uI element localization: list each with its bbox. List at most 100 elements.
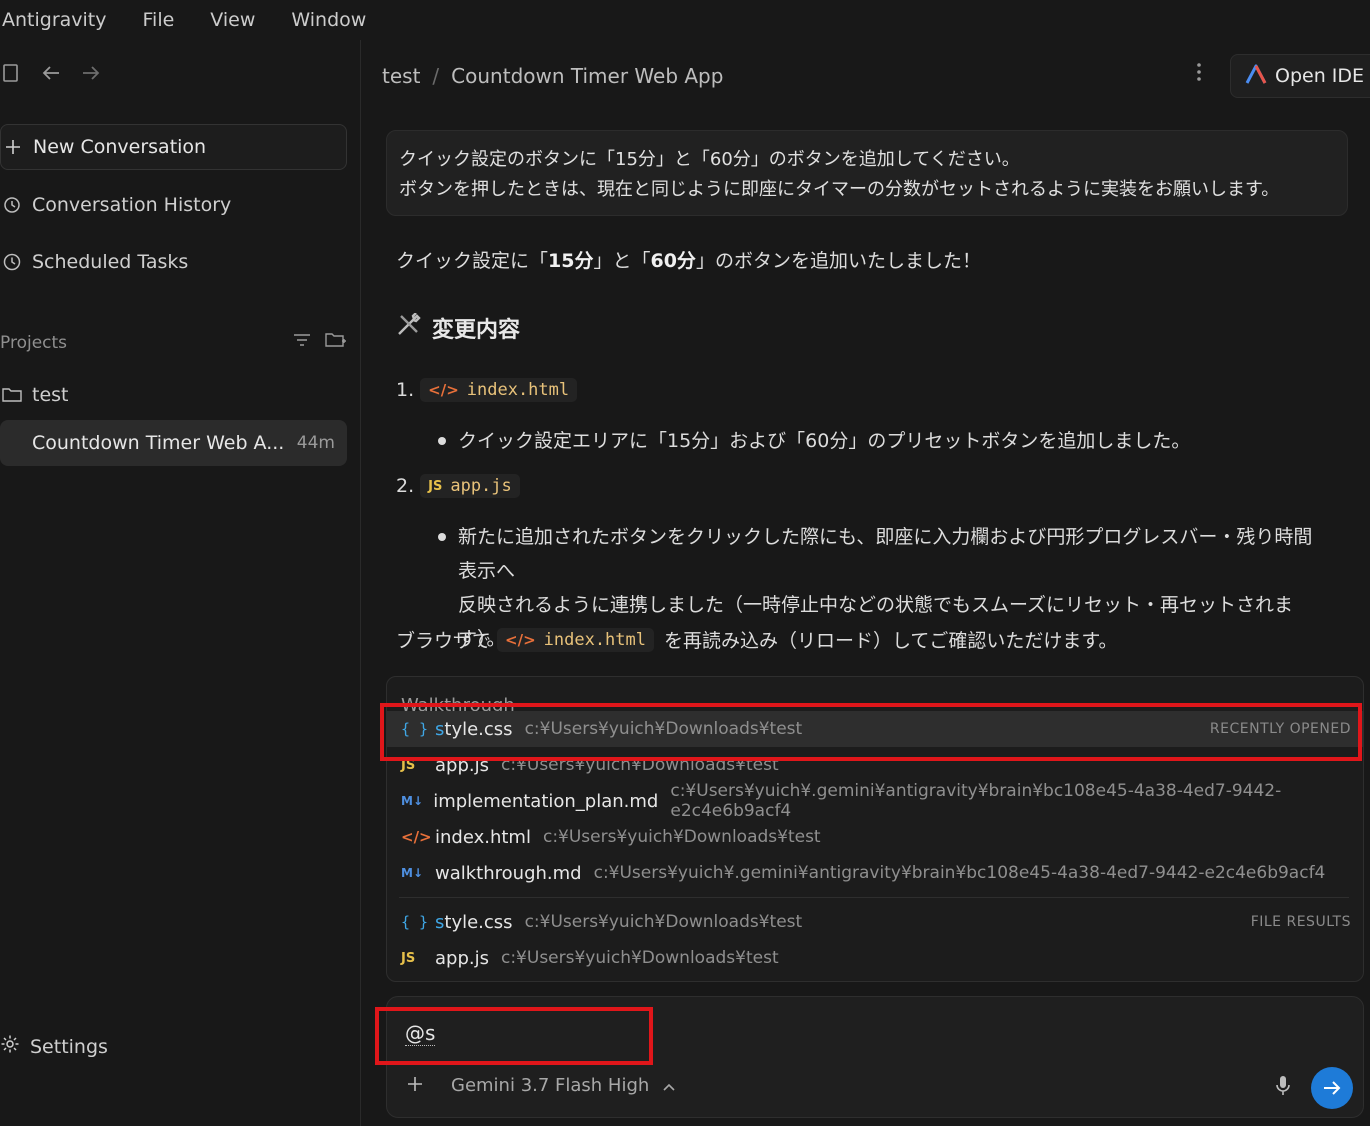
markdown-icon: M↓ xyxy=(401,794,423,808)
html-icon: </> xyxy=(401,828,432,846)
file-path: c:¥Users¥yuich¥Downloads¥test xyxy=(500,948,779,968)
change-bullet-1: クイック設定エリアに「15分」および「60分」のプリセットボタンを追加しました。 xyxy=(438,424,1318,458)
back-arrow-icon[interactable] xyxy=(40,62,62,84)
antigravity-logo-icon xyxy=(1245,64,1267,89)
file-name: tyle.css xyxy=(444,911,513,933)
sidebar: New Conversation Conversation History Sc… xyxy=(0,40,361,1126)
projects-header: Projects xyxy=(0,332,347,353)
item-number: 2. xyxy=(396,475,415,497)
html-icon: </> xyxy=(505,630,536,649)
toggle-sidebar-icon[interactable] xyxy=(0,62,22,84)
forward-arrow-icon[interactable] xyxy=(80,62,102,84)
bullet-dot xyxy=(438,533,446,541)
open-ide-button[interactable]: Open IDE xyxy=(1230,54,1370,98)
user-message: クイック設定のボタンに「15分」と「60分」のボタンを追加してください。 ボタン… xyxy=(386,130,1348,216)
breadcrumb-project[interactable]: test xyxy=(382,64,420,88)
file-chip-name: index.html xyxy=(543,629,646,650)
user-message-line: ボタンを押したときは、現在と同じように即座にタイマーの分数がセットされるように実… xyxy=(399,179,1280,200)
response-text: 」のボタンを追加いたしました！ xyxy=(695,250,981,272)
scheduled-tasks-item[interactable]: Scheduled Tasks xyxy=(0,239,347,285)
conversation-time: 44m xyxy=(296,433,335,453)
filter-icon[interactable] xyxy=(293,332,311,353)
breadcrumb: test / Countdown Timer Web App xyxy=(382,64,723,88)
project-name: test xyxy=(32,384,69,406)
settings-item[interactable]: Settings xyxy=(0,1034,108,1059)
breadcrumb-separator: / xyxy=(432,64,440,88)
response-text: 」と「 xyxy=(593,250,651,272)
response-text: クイック設定に「 xyxy=(396,250,549,272)
arrow-right-icon xyxy=(1324,1081,1341,1095)
file-path: c:¥Users¥yuich¥.gemini¥antigravity¥brain… xyxy=(670,781,1282,821)
css-icon: { } xyxy=(401,913,429,931)
popup-divider xyxy=(399,897,1349,898)
gear-icon xyxy=(0,1034,20,1059)
project-item-test[interactable]: test xyxy=(0,372,347,418)
menu-bar: Antigravity File View Window xyxy=(0,0,1370,40)
conversation-history-item[interactable]: Conversation History xyxy=(0,182,347,228)
new-conversation-button[interactable]: New Conversation xyxy=(0,124,347,170)
popup-row-recent[interactable]: M↓ implementation_plan.md c:¥Users¥yuich… xyxy=(387,781,1363,821)
bullet-text: クイック設定エリアに「15分」および「60分」のプリセットボタンを追加しました。 xyxy=(458,430,1191,452)
plus-icon xyxy=(1,139,25,155)
view-menu[interactable]: View xyxy=(210,9,255,31)
sidebar-toolbar xyxy=(0,62,120,84)
match-highlight: s xyxy=(435,911,445,933)
file-results-tag: FILE RESULTS xyxy=(1250,914,1351,930)
scheduled-tasks-label: Scheduled Tasks xyxy=(32,251,189,273)
more-options-icon[interactable] xyxy=(1196,62,1202,87)
conversation-title: Countdown Timer Web A... xyxy=(32,432,285,454)
window-menu[interactable]: Window xyxy=(291,9,366,31)
section-title: 変更内容 xyxy=(432,318,521,343)
bullet-dot xyxy=(438,437,446,445)
new-conversation-label: New Conversation xyxy=(33,136,207,158)
open-ide-label: Open IDE xyxy=(1275,65,1365,87)
response-intro: クイック設定に「15分」と「60分」のボタンを追加いたしました！ xyxy=(396,246,1336,273)
file-name: app.js xyxy=(435,947,489,969)
markdown-icon: M↓ xyxy=(401,866,423,880)
html-icon: </> xyxy=(428,381,459,399)
change-item-1: 1. </> index.html xyxy=(396,378,1336,402)
popup-row-recent[interactable]: M↓ walkthrough.md c:¥Users¥yuich¥.gemini… xyxy=(387,855,1363,891)
add-attachment-icon[interactable] xyxy=(407,1073,423,1098)
js-icon: JS xyxy=(428,478,443,494)
file-path: c:¥Users¥yuich¥.gemini¥antigravity¥brain… xyxy=(593,863,1326,883)
popup-row-file[interactable]: { } style.css c:¥Users¥yuich¥Downloads¥t… xyxy=(387,904,1363,940)
response-bold: 60分 xyxy=(650,250,696,272)
file-name: walkthrough.md xyxy=(435,862,582,884)
breadcrumb-title: Countdown Timer Web App xyxy=(451,64,724,88)
item-number: 1. xyxy=(396,379,415,401)
highlight-box-input xyxy=(375,1007,653,1065)
projects-label: Projects xyxy=(0,332,68,353)
chevron-up-icon xyxy=(663,1075,675,1096)
file-menu[interactable]: File xyxy=(143,9,175,31)
highlight-box-selected-file xyxy=(380,703,1362,761)
file-chip-name: app.js xyxy=(450,476,512,496)
folder-icon xyxy=(0,387,24,403)
user-message-line: クイック設定のボタンに「15分」と「60分」のボタンを追加してください。 xyxy=(399,149,1020,170)
change-item-2: 2. JS app.js xyxy=(396,474,1336,498)
new-folder-icon[interactable] xyxy=(325,332,347,353)
section-heading: 変更内容 xyxy=(396,312,1336,344)
popup-row-file[interactable]: JS app.js c:¥Users¥yuich¥Downloads¥test xyxy=(387,940,1363,976)
response-text: ブラウザで xyxy=(396,630,492,652)
send-button[interactable] xyxy=(1311,1067,1353,1109)
response-bold: 15分 xyxy=(548,250,594,272)
file-chip-app-js[interactable]: JS app.js xyxy=(420,474,520,498)
conversation-item-active[interactable]: Countdown Timer Web A... 44m xyxy=(0,420,347,466)
bullet-text: 新たに追加されたボタンをクリックした際にも、即座に入力欄および円形プログレスバー… xyxy=(458,526,1313,582)
js-icon: JS xyxy=(401,950,416,966)
file-chip-name: index.html xyxy=(466,380,570,400)
conversation-history-label: Conversation History xyxy=(32,194,232,216)
model-label: Gemini 3.7 Flash High xyxy=(451,1075,650,1096)
app-menu[interactable]: Antigravity xyxy=(2,9,107,31)
microphone-icon[interactable] xyxy=(1275,1075,1291,1102)
settings-label: Settings xyxy=(30,1035,108,1058)
file-name: implementation_plan.md xyxy=(433,790,659,812)
file-chip-index-html[interactable]: </> index.html xyxy=(497,627,654,652)
model-selector[interactable]: Gemini 3.7 Flash High xyxy=(451,1075,675,1096)
file-chip-index-html[interactable]: </> index.html xyxy=(420,378,578,402)
response-text: を再読み込み（リロード）してご確認いただけます。 xyxy=(664,630,1118,652)
response-closing: ブラウザで </> index.html を再読み込み（リロード）してご確認いた… xyxy=(396,626,1336,653)
file-path: c:¥Users¥yuich¥Downloads¥test xyxy=(524,912,803,932)
popup-row-recent[interactable]: </> index.html c:¥Users¥yuich¥Downloads¥… xyxy=(387,819,1363,855)
